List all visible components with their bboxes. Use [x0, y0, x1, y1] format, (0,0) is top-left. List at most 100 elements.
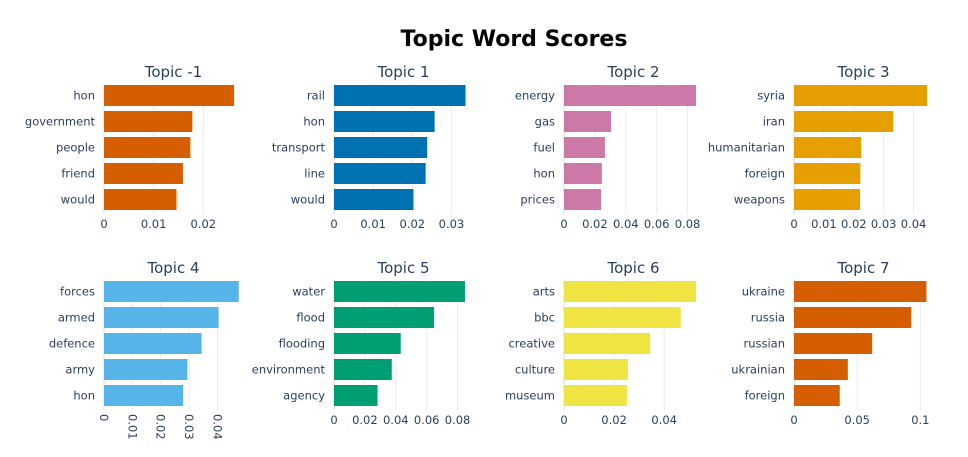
- bar-humanitarian: [794, 137, 862, 158]
- bar-museum: [564, 385, 627, 406]
- category-label: would: [291, 193, 325, 207]
- category-label: forces: [60, 285, 95, 299]
- category-label: arts: [533, 285, 555, 299]
- tick-label: 0.02: [352, 413, 378, 427]
- tick-label: 0.03: [871, 217, 897, 231]
- category-label: line: [304, 167, 325, 181]
- tick-label: 0.02: [601, 413, 627, 427]
- category-label: weapons: [734, 193, 785, 207]
- bar-government: [104, 111, 193, 132]
- bar-flooding: [334, 333, 401, 354]
- topic-word-scores-chart: Topic Word Scores Topic -1 hon government p…: [25, 27, 930, 440]
- category-label: russian: [743, 337, 785, 351]
- category-label: foreign: [745, 389, 785, 403]
- tick-label: 0.06: [644, 217, 670, 231]
- tick-label: 0.05: [844, 413, 870, 427]
- bar-would: [104, 189, 177, 210]
- category-label: people: [56, 141, 95, 155]
- tick-label: 0.01: [125, 414, 139, 440]
- category-label: iran: [763, 115, 785, 129]
- category-label: energy: [515, 89, 555, 103]
- subplot-title: Topic 4: [146, 259, 199, 277]
- bar-water: [334, 281, 465, 302]
- bar-flood: [334, 307, 435, 328]
- category-label: culture: [515, 363, 555, 377]
- category-label: army: [65, 363, 95, 377]
- tick-label: 0.03: [182, 414, 196, 440]
- tick-label: 0.02: [400, 217, 426, 231]
- bar-fuel: [564, 137, 605, 158]
- bar-transport: [334, 137, 428, 158]
- subplot-panels: Topic -1hongovernmentpeoplefriendwould0 0…: [25, 63, 930, 440]
- category-label: creative: [508, 337, 555, 351]
- subplot-topic-5: Topic 5 water flood flooding environment agen…: [252, 259, 471, 427]
- category-label: transport: [272, 141, 326, 155]
- subplot-title: Topic 2: [606, 63, 659, 81]
- category-label: prices: [520, 193, 555, 207]
- bar-hon: [104, 385, 184, 406]
- tick-label: 0.03: [439, 217, 465, 231]
- bar-environment: [334, 359, 392, 380]
- subplot-title: Topic 6: [606, 259, 659, 277]
- tick-label: 0.04: [651, 413, 677, 427]
- bar-hon: [334, 111, 435, 132]
- tick-label: 0.02: [582, 217, 608, 231]
- category-label: ukraine: [742, 285, 785, 299]
- bar-bbc: [564, 307, 681, 328]
- tick-label: 0.08: [675, 217, 701, 231]
- bar-iran: [794, 111, 894, 132]
- subplot-title: Topic 1: [376, 63, 429, 81]
- tick-label: 0: [330, 413, 337, 427]
- bar-ukraine: [794, 281, 927, 302]
- category-label: museum: [505, 389, 555, 403]
- tick-label: 0.02: [190, 217, 216, 231]
- tick-label: 0: [330, 217, 337, 231]
- tick-label: 0.01: [360, 217, 386, 231]
- category-label: fuel: [533, 141, 555, 155]
- bar-energy: [564, 85, 697, 106]
- category-label: friend: [61, 167, 95, 181]
- bar-ukrainian: [794, 359, 848, 380]
- bar-defence: [104, 333, 202, 354]
- subplot-topic-7: Topic 7 ukraine russia russian ukrainian fore…: [731, 259, 929, 427]
- tick-label: 0.04: [210, 414, 224, 440]
- category-label: would: [61, 193, 95, 207]
- subplot-title: Topic 3: [836, 63, 889, 81]
- bar-foreign: [794, 385, 840, 406]
- bar-weapons: [794, 189, 861, 210]
- subplot-topic-6: Topic 6 arts bbc creative culture museum 0 0.02…: [505, 259, 696, 427]
- bar-gas: [564, 111, 612, 132]
- bar-russia: [794, 307, 912, 328]
- category-label: hon: [73, 389, 95, 403]
- subplot-topic-4: Topic 4 forces armed defence army hon 0 0.01 0.0…: [49, 259, 239, 440]
- subplot-title: Topic 5: [376, 259, 429, 277]
- bar-russian: [794, 333, 873, 354]
- subplot-topic-2: Topic 2 energy gas fuel hon prices 0 0.02 0.04 0.…: [515, 63, 700, 231]
- bar-friend: [104, 163, 183, 184]
- category-label: bbc: [534, 311, 555, 325]
- tick-label: 0.06: [414, 413, 440, 427]
- tick-label: 0.08: [445, 413, 471, 427]
- bar-culture: [564, 359, 628, 380]
- category-label: foreign: [745, 167, 785, 181]
- category-label: ukrainian: [731, 363, 785, 377]
- bar-foreign: [794, 163, 861, 184]
- category-label: government: [25, 115, 96, 129]
- category-label: rail: [307, 89, 325, 103]
- bar-hon: [564, 163, 602, 184]
- tick-label: 0.04: [901, 217, 927, 231]
- category-label: armed: [58, 311, 95, 325]
- category-label: agency: [283, 389, 325, 403]
- tick-label: 0: [97, 414, 111, 421]
- category-label: defence: [49, 337, 95, 351]
- tick-label: 0: [560, 413, 567, 427]
- tick-label: 0: [790, 413, 797, 427]
- bar-prices: [564, 189, 602, 210]
- subplot-topic-1: Topic 1 rail hon transport line would 0 0.01 0.0…: [272, 63, 466, 231]
- category-label: water: [292, 285, 325, 299]
- bar-forces: [104, 281, 239, 302]
- category-label: flood: [296, 311, 325, 325]
- bar-rail: [334, 85, 466, 106]
- category-label: hon: [303, 115, 325, 129]
- tick-label: 0.01: [811, 217, 837, 231]
